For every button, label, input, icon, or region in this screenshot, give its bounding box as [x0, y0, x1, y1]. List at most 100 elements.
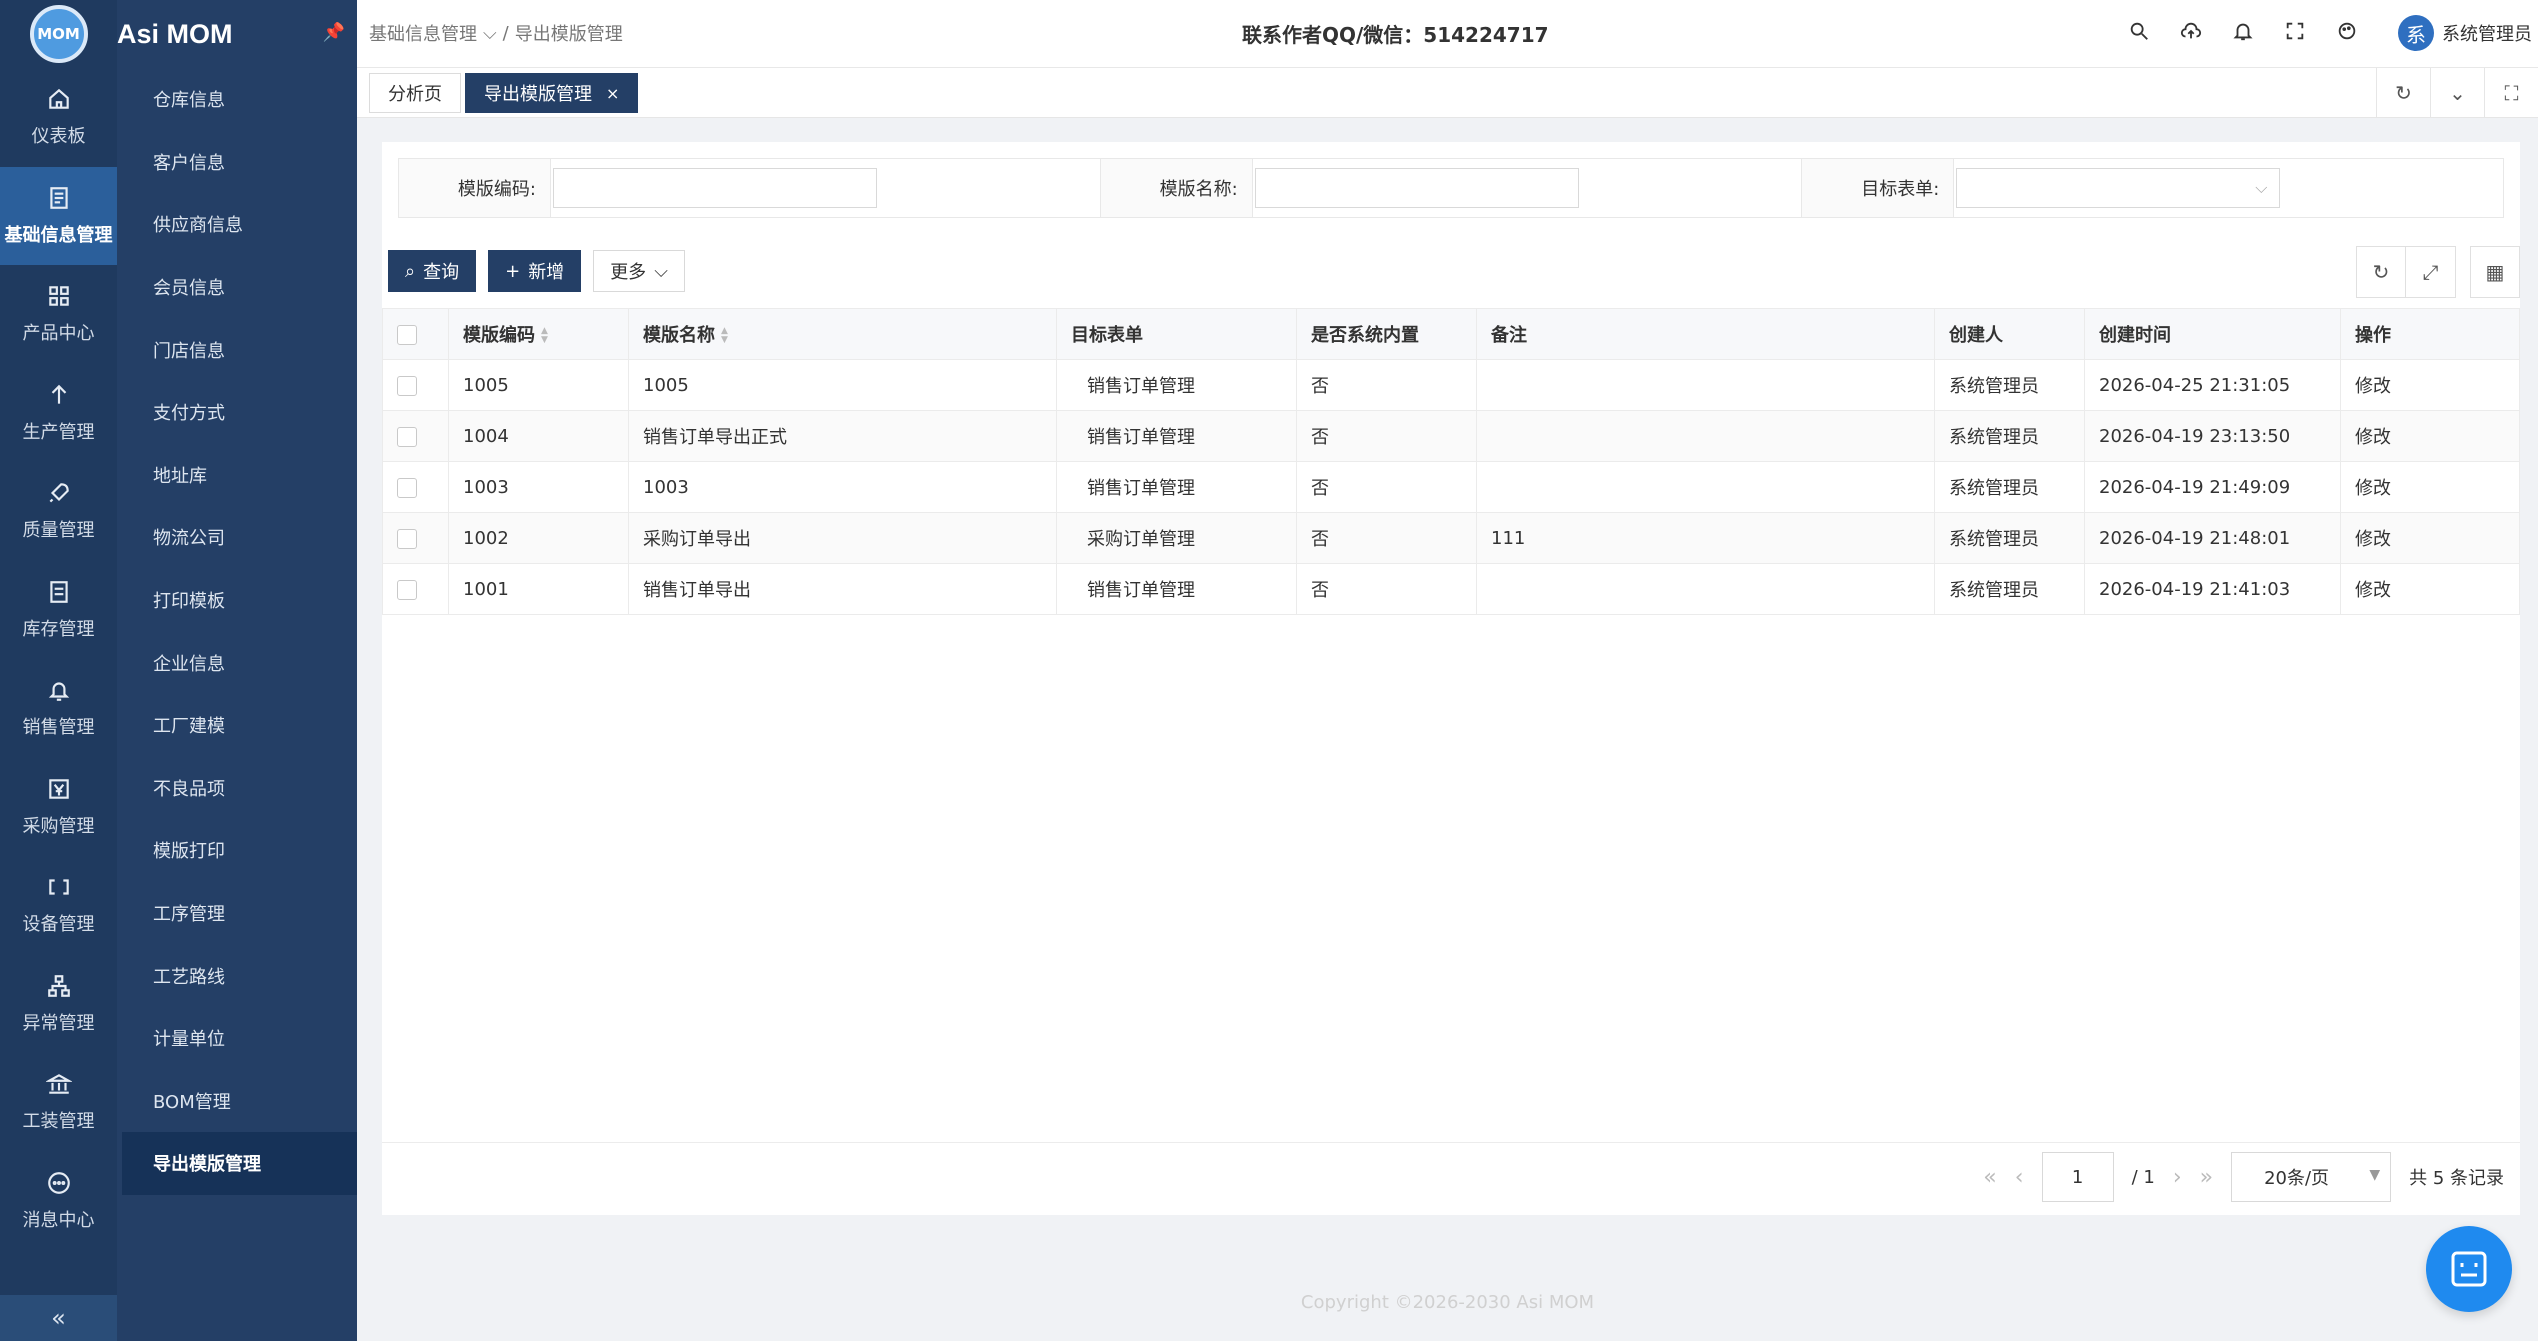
row-checkbox[interactable]	[397, 375, 417, 396]
rail-item-3[interactable]: 生产管理	[0, 364, 117, 463]
hierarchy-icon	[46, 973, 72, 999]
edit-link[interactable]: 修改	[2340, 461, 2520, 513]
edit-link[interactable]: 修改	[2340, 410, 2520, 462]
assistant-button[interactable]	[2426, 1226, 2512, 1312]
expand-icon[interactable]: ⤢	[2406, 246, 2456, 298]
pin-icon[interactable]: 📌	[323, 22, 345, 43]
submenu-item[interactable]: 仓库信息	[117, 68, 357, 131]
submenu-item[interactable]: 工序管理	[117, 882, 357, 945]
breadcrumb-parent[interactable]: 基础信息管理	[369, 20, 477, 46]
rail-item-4[interactable]: 质量管理	[0, 462, 117, 561]
home-icon	[46, 86, 72, 112]
submenu-item[interactable]: 不良品项	[117, 757, 357, 820]
row-select-cell	[382, 461, 449, 513]
query-button[interactable]: ⌕ 查询	[388, 250, 477, 292]
submenu-item[interactable]: 打印模板	[117, 569, 357, 632]
add-button[interactable]: + 新增	[488, 250, 582, 292]
rail-item-11[interactable]: 消息中心	[0, 1152, 117, 1251]
col-name[interactable]: 模版名称 ▲ ▼	[628, 308, 1057, 360]
template-name-input[interactable]	[1254, 168, 1579, 208]
col-remark: 备注	[1476, 308, 1935, 360]
submenu-item[interactable]: 会员信息	[117, 256, 357, 319]
robot-icon	[2451, 1251, 2487, 1287]
table-header-row: 模版编码 ▲ ▼ 模版名称 ▲ ▼ 目标表单 是否系统内置 备注 创建人 创建时间 操作	[382, 308, 2520, 360]
rail-item-10[interactable]: 工装管理	[0, 1053, 117, 1152]
user-menu[interactable]: 系 系统管理员	[2398, 15, 2532, 51]
page-size-select[interactable]: 20条/页 ▼	[2231, 1152, 2392, 1202]
rail-item-label: 仪表板	[31, 126, 86, 148]
last-page-icon[interactable]: »	[2200, 1165, 2213, 1190]
refresh-icon[interactable]: ↻	[2356, 246, 2406, 298]
close-icon[interactable]: ×	[606, 84, 619, 103]
next-page-icon[interactable]: ›	[2173, 1165, 2182, 1190]
rail-item-7[interactable]: 采购管理	[0, 758, 117, 857]
tool-group: ↻ ⤢	[2356, 246, 2456, 298]
tab-export-template[interactable]: 导出模版管理 ×	[465, 73, 639, 113]
edit-link[interactable]: 修改	[2340, 563, 2520, 615]
rail-item-9[interactable]: 异常管理	[0, 955, 117, 1054]
rail-item-2[interactable]: 产品中心	[0, 265, 117, 364]
submenu-item[interactable]: 工厂建模	[117, 694, 357, 757]
col-label: 模版名称	[643, 325, 715, 346]
prev-page-icon[interactable]: ‹	[2015, 1165, 2024, 1190]
row-checkbox[interactable]	[397, 579, 417, 600]
more-button[interactable]: 更多 ⌵	[593, 250, 685, 292]
submenu-item[interactable]: 工艺路线	[117, 944, 357, 1007]
tab-analysis[interactable]: 分析页	[369, 73, 461, 113]
document-icon	[46, 185, 72, 211]
submenu-item[interactable]: BOM管理	[117, 1070, 357, 1133]
search-icon[interactable]	[2128, 20, 2150, 42]
submenu-item[interactable]: 客户信息	[117, 131, 357, 194]
cell-creator: 系统管理员	[1934, 461, 2085, 513]
maximize-icon[interactable]: ⛶	[2484, 68, 2538, 118]
submenu-item[interactable]: 导出模版管理	[122, 1132, 357, 1195]
rail-item-6[interactable]: 销售管理	[0, 659, 117, 758]
header-tools	[2128, 20, 2358, 42]
submenu-item[interactable]: 门店信息	[117, 318, 357, 381]
template-code-input[interactable]	[553, 168, 877, 208]
edit-link[interactable]: 修改	[2340, 359, 2520, 411]
rail-item-1[interactable]: 基础信息管理	[0, 166, 117, 265]
sort-icon[interactable]: ▲ ▼	[721, 327, 728, 345]
table-row: 1001 销售订单导出 销售订单管理否 系统管理员 2026-04-19 21:41:0…	[382, 563, 2520, 615]
columns-icon[interactable]: ▦	[2470, 246, 2520, 298]
grid-icon	[46, 283, 72, 309]
submenu-item[interactable]: 模版打印	[117, 819, 357, 882]
submenu-item[interactable]: 企业信息	[117, 631, 357, 694]
edit-link[interactable]: 修改	[2340, 512, 2520, 564]
col-time: 创建时间	[2084, 308, 2341, 360]
submenu-item[interactable]: 计量单位	[117, 1007, 357, 1070]
fullscreen-icon[interactable]	[2284, 20, 2306, 42]
submenu-item[interactable]: 支付方式	[117, 381, 357, 444]
col-code[interactable]: 模版编码 ▲ ▼	[448, 308, 629, 360]
palette-icon[interactable]	[2336, 20, 2358, 42]
submenu-item[interactable]: 地址库	[117, 444, 357, 507]
rail-item-label: 采购管理	[22, 815, 95, 837]
chevron-down-icon[interactable]: ⌄	[2430, 68, 2484, 118]
cell-remark	[1476, 410, 1935, 462]
app-header: Asi MOM 📌	[117, 0, 357, 68]
pagination: « ‹ 1 / 1 › » 20条/页 ▼ 共 5 条记录	[1983, 1151, 2504, 1203]
select-all-checkbox[interactable]	[397, 324, 417, 345]
submenu-item[interactable]: 物流公司	[117, 506, 357, 569]
device-icon	[46, 874, 72, 900]
cloud-upload-icon[interactable]	[2180, 20, 2202, 42]
refresh-tab-icon[interactable]: ↻	[2376, 68, 2430, 118]
sort-icon[interactable]: ▲ ▼	[541, 327, 548, 345]
bell-icon[interactable]	[2232, 20, 2254, 42]
target-form-select[interactable]: ⌵	[1956, 168, 2281, 208]
row-checkbox[interactable]	[397, 528, 417, 549]
page-input[interactable]: 1	[2041, 1152, 2114, 1202]
row-checkbox[interactable]	[397, 426, 417, 447]
col-label: 模版编码	[463, 325, 535, 346]
rail-item-0[interactable]: 仪表板	[0, 68, 117, 167]
total-pages: / 1	[2131, 1166, 2155, 1188]
rail-item-5[interactable]: 库存管理	[0, 561, 117, 660]
collapse-sidebar-button[interactable]: «	[0, 1295, 117, 1341]
table-row: 1003 1003 销售订单管理否系统管理员 2026-04-19 21:49:09 修…	[382, 461, 2520, 513]
first-page-icon[interactable]: «	[1983, 1165, 1996, 1190]
submenu-item[interactable]: 供应商信息	[117, 193, 357, 256]
row-checkbox[interactable]	[397, 477, 417, 498]
rail-item-8[interactable]: 设备管理	[0, 856, 117, 955]
list-icon	[46, 579, 72, 605]
